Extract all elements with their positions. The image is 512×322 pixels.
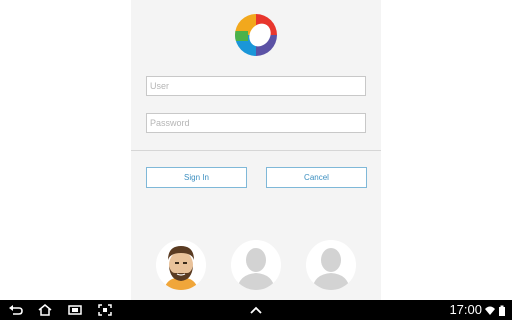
sign-in-button[interactable]: Sign In <box>146 167 247 188</box>
user-input[interactable] <box>146 76 366 96</box>
home-icon[interactable] <box>37 303 53 317</box>
password-input[interactable] <box>146 113 366 133</box>
default-avatar-icon <box>231 240 281 290</box>
user-avatar-1[interactable] <box>156 240 206 290</box>
cancel-button[interactable]: Cancel <box>266 167 367 188</box>
system-navbar: 17:00 <box>0 300 512 320</box>
app-logo-icon <box>235 14 277 56</box>
default-avatar-icon <box>306 240 356 290</box>
user-avatar-2[interactable] <box>231 240 281 290</box>
wifi-battery-icon <box>485 305 505 316</box>
screenshot-icon[interactable] <box>97 303 113 317</box>
back-icon[interactable] <box>8 303 24 317</box>
status-icons <box>484 304 508 322</box>
user-avatar-3[interactable] <box>306 240 356 290</box>
chevron-up-icon[interactable] <box>248 303 264 317</box>
divider <box>131 150 381 151</box>
clock-time: 17:00 <box>449 302 482 317</box>
bearded-man-avatar-icon <box>156 240 206 290</box>
recent-apps-icon[interactable] <box>67 303 83 317</box>
